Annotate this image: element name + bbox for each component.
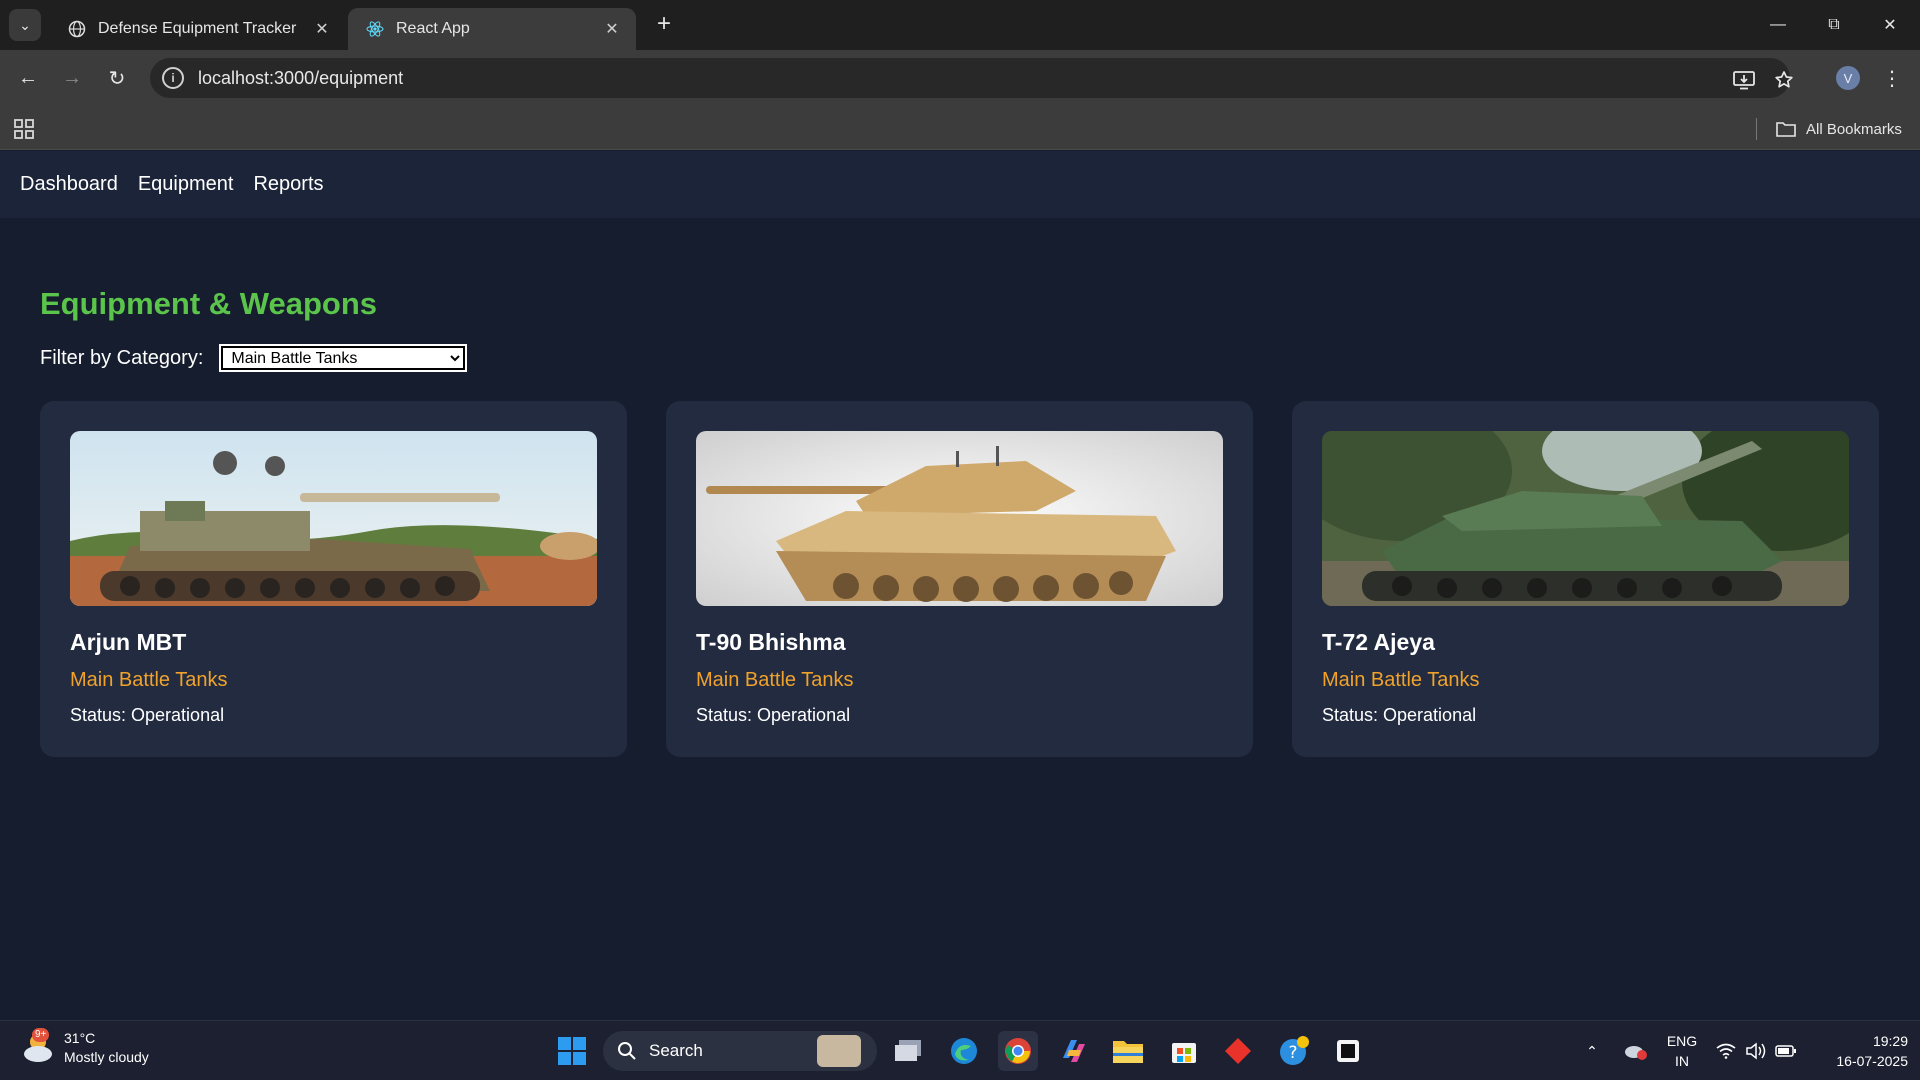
copilot-icon[interactable] <box>1054 1031 1094 1071</box>
search-label: Search <box>649 1041 703 1060</box>
back-arrow-icon[interactable]: ← <box>12 62 44 94</box>
nav-dashboard-link[interactable]: Dashboard <box>20 173 118 196</box>
search-highlight-icon <box>817 1035 861 1067</box>
close-icon[interactable]: ✕ <box>602 19 622 39</box>
page-title: Equipment & Weapons <box>40 286 378 321</box>
equipment-category: Main Battle Tanks <box>696 669 854 691</box>
tab-title: Defense Equipment Tracker <box>98 20 297 37</box>
tab-title: React App <box>396 20 470 37</box>
weather-badge: 9+ <box>32 1028 50 1042</box>
bookmarks-divider <box>1756 118 1757 140</box>
apps-grid-icon[interactable] <box>12 117 36 141</box>
equipment-card[interactable]: T-90 Bhishma Main Battle Tanks Status: O… <box>666 401 1253 757</box>
equipment-category: Main Battle Tanks <box>1322 669 1480 691</box>
equipment-name: T-90 Bhishma <box>696 629 846 655</box>
windows-taskbar: 9+ 31°C Mostly cloudy Search ? ⌃ ENG IN … <box>0 1020 1920 1080</box>
install-app-icon[interactable] <box>1730 66 1758 94</box>
language-code: ENG <box>1666 1033 1698 1049</box>
arjun-tank-photo <box>70 431 597 606</box>
equipment-name: Arjun MBT <box>70 629 187 655</box>
onedrive-error-icon[interactable] <box>1618 1031 1654 1071</box>
browser-tab-bar: ⌄ Defense Equipment Tracker ✕ React App … <box>0 0 1920 50</box>
minimize-icon[interactable]: — <box>1750 0 1806 50</box>
tab-defense-equipment-tracker[interactable]: Defense Equipment Tracker ✕ <box>50 8 346 50</box>
all-bookmarks-label: All Bookmarks <box>1806 120 1902 138</box>
cloudy-weather-icon: 9+ <box>20 1028 56 1066</box>
tab-react-app[interactable]: React App ✕ <box>348 8 636 50</box>
chevron-down-icon: ⌄ <box>19 16 31 33</box>
get-help-icon[interactable]: ? <box>1274 1031 1314 1071</box>
battery-icon[interactable] <box>1772 1031 1800 1071</box>
profile-avatar[interactable]: V <box>1836 66 1860 90</box>
region-code: IN <box>1675 1053 1689 1069</box>
equipment-name: T-72 Ajeya <box>1322 629 1435 655</box>
bookmarks-bar: All Bookmarks <box>0 108 1920 150</box>
url-text[interactable]: localhost:3000/equipment <box>198 68 403 89</box>
show-hidden-icons-chevron-icon[interactable]: ⌃ <box>1576 1031 1608 1071</box>
category-filter: Filter by Category: Main Battle Tanks <box>40 344 468 372</box>
clock-time: 19:29 <box>1872 1033 1908 1049</box>
react-logo-icon <box>366 20 384 38</box>
t72-tank-photo <box>1322 431 1849 606</box>
close-icon[interactable]: ✕ <box>312 19 332 39</box>
microsoft-store-icon[interactable] <box>1164 1031 1204 1071</box>
taskbar-search-box[interactable]: Search <box>603 1031 877 1071</box>
reload-icon[interactable]: ↻ <box>101 62 133 94</box>
bookmark-star-icon[interactable] <box>1770 66 1798 94</box>
svg-text:?: ? <box>1288 1043 1297 1063</box>
equipment-card[interactable]: T-72 Ajeya Main Battle Tanks Status: Ope… <box>1292 401 1879 757</box>
browser-toolbar: ← → ↻ i localhost:3000/equipment <box>0 50 1920 108</box>
weather-condition: Mostly cloudy <box>64 1049 149 1065</box>
forward-arrow-icon[interactable]: → <box>56 62 88 94</box>
windows-start-icon[interactable] <box>552 1031 592 1071</box>
file-explorer-icon[interactable] <box>1108 1031 1148 1071</box>
nav-equipment-link[interactable]: Equipment <box>138 173 234 196</box>
wifi-icon[interactable] <box>1712 1031 1740 1071</box>
restore-icon[interactable]: ⧉ <box>1806 0 1862 50</box>
weather-temp: 31°C <box>64 1030 96 1046</box>
equipment-status: Status: Operational <box>70 705 225 725</box>
filter-label: Filter by Category: <box>40 346 204 369</box>
clock-date: 16-07-2025 <box>1836 1053 1908 1069</box>
globe-icon <box>68 20 86 38</box>
window-close-icon[interactable]: ✕ <box>1862 0 1918 50</box>
tab-search-dropdown-button[interactable]: ⌄ <box>9 9 41 41</box>
new-tab-plus-icon[interactable]: + <box>650 10 678 38</box>
weather-widget[interactable]: 9+ 31°C Mostly cloudy <box>20 1028 149 1067</box>
equipment-card[interactable]: Arjun MBT Main Battle Tanks Status: Oper… <box>40 401 627 757</box>
equipment-status: Status: Operational <box>1322 705 1477 725</box>
site-info-icon[interactable]: i <box>162 67 184 89</box>
chrome-browser-icon[interactable] <box>998 1031 1038 1071</box>
search-icon <box>617 1041 637 1061</box>
equipment-status: Status: Operational <box>696 705 851 725</box>
language-indicator[interactable]: ENG IN <box>1662 1031 1702 1071</box>
app-navbar: Dashboard Equipment Reports <box>0 151 1920 218</box>
address-bar[interactable]: i localhost:3000/equipment <box>150 58 1793 98</box>
equipment-card-grid: Arjun MBT Main Battle Tanks Status: Oper… <box>40 401 1880 757</box>
folder-icon <box>1776 121 1796 137</box>
edge-browser-icon[interactable] <box>944 1031 984 1071</box>
menu-kebab-icon[interactable]: ⋮ <box>1880 64 1904 92</box>
all-bookmarks-button[interactable]: All Bookmarks <box>1776 116 1902 142</box>
volume-icon[interactable] <box>1742 1031 1770 1071</box>
taskbar-clock[interactable]: 19:29 16-07-2025 <box>1808 1031 1908 1071</box>
task-view-icon[interactable] <box>888 1031 928 1071</box>
app-red-diamond-icon[interactable] <box>1218 1031 1258 1071</box>
nav-reports-link[interactable]: Reports <box>253 173 323 196</box>
category-select[interactable]: Main Battle Tanks <box>219 344 468 372</box>
terminal-app-icon[interactable] <box>1328 1031 1368 1071</box>
app-page: Dashboard Equipment Reports Equipment & … <box>0 151 1920 1020</box>
equipment-category: Main Battle Tanks <box>70 669 228 691</box>
t90-tank-photo <box>696 431 1223 606</box>
